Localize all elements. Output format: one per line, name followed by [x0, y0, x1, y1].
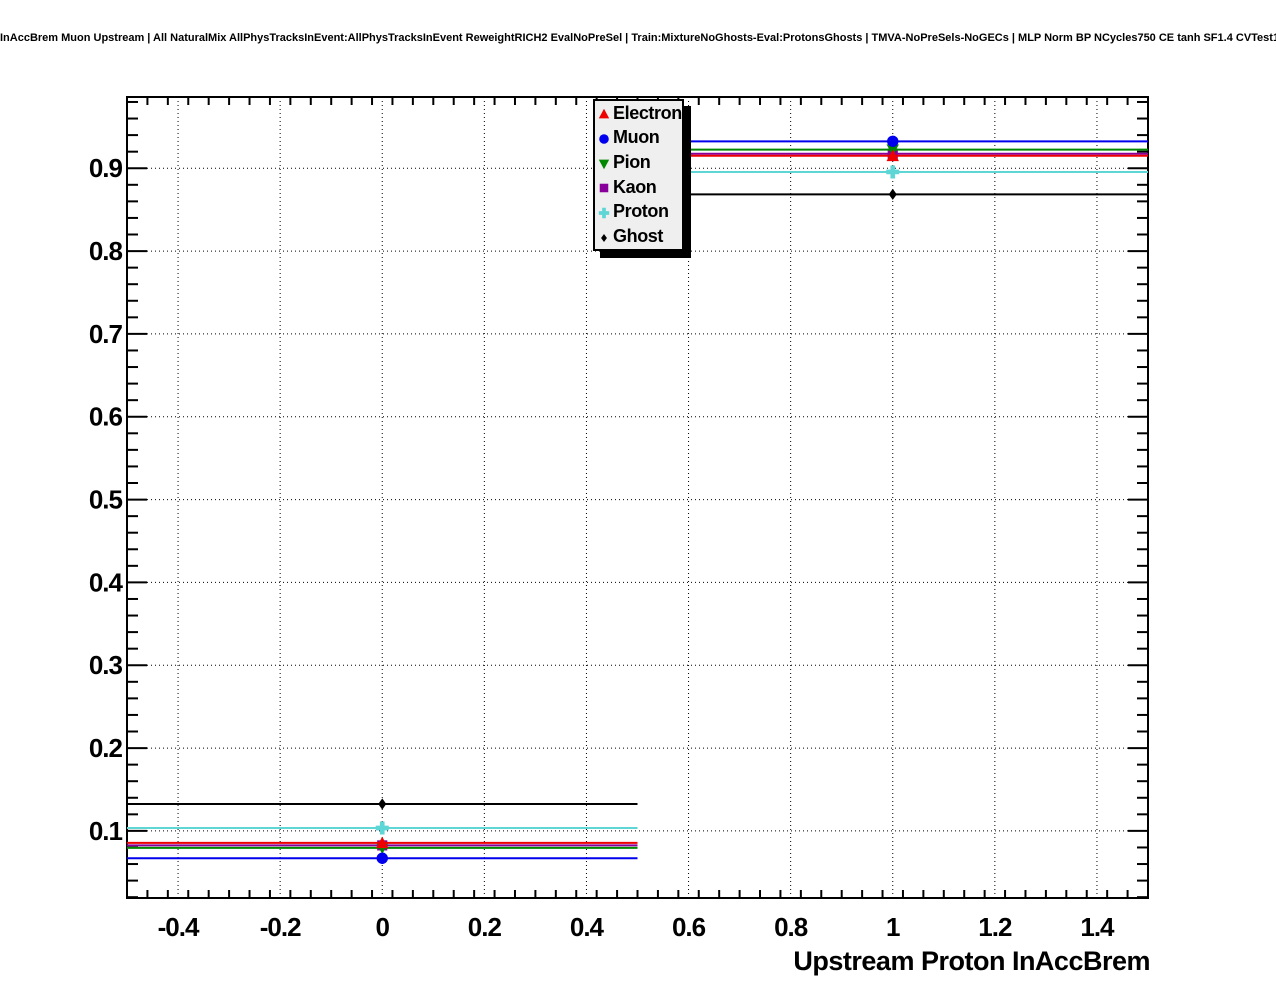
legend-item-electron: Electron	[595, 101, 682, 125]
y-tick-label: 0.1	[89, 816, 123, 846]
marker-ghost	[378, 798, 387, 810]
legend-item-kaon: Kaon	[595, 175, 682, 199]
x-tick-label: 0.4	[570, 912, 605, 942]
marker-muon	[887, 135, 899, 148]
marker-proton	[375, 821, 389, 835]
glyph	[599, 184, 609, 193]
proton-marker-icon	[598, 207, 610, 219]
legend-label: Proton	[613, 201, 669, 222]
legend-item-muon: Muon	[595, 126, 682, 150]
glyph	[598, 207, 610, 219]
glyph	[601, 233, 607, 242]
x-tick-label: -0.2	[260, 912, 301, 942]
x-tick-label: 1.2	[978, 912, 1012, 942]
legend: Electron Muon Pion Kaon Proton Ghost	[593, 99, 684, 251]
y-tick-label: 0.2	[89, 733, 123, 763]
x-axis-title: Upstream Proton InAccBrem	[793, 946, 1150, 976]
muon-marker-icon	[599, 134, 609, 144]
marker-proton	[886, 165, 900, 179]
glyph	[598, 159, 610, 169]
ghost-marker-icon	[601, 233, 607, 242]
x-tick-label: 1.4	[1080, 912, 1115, 942]
kaon-marker-icon	[599, 184, 609, 193]
x-tick-label: 1	[886, 912, 900, 942]
series-electron	[127, 149, 1148, 849]
legend-label: Muon	[613, 127, 660, 148]
marker-muon	[376, 852, 388, 864]
legend-item-proton: Proton	[595, 200, 682, 224]
y-tick-label: 0.8	[89, 236, 123, 266]
glyph	[598, 109, 610, 119]
legend-label: Pion	[613, 152, 651, 173]
x-tick-label: 0.8	[774, 912, 808, 942]
axis-labels: -0.4 -0.2 0 0.2 0.4 0.6 0.8 1 1.2 1.4 0.1 0.2 0.3 0.4…	[89, 153, 1116, 942]
legend-label: Ghost	[613, 226, 663, 247]
y-tick-label: 0.6	[89, 402, 123, 432]
x-tick-label: -0.4	[158, 912, 200, 942]
y-tick-label: 0.7	[89, 319, 123, 349]
legend-item-pion: Pion	[595, 151, 682, 175]
legend-label: Electron	[613, 102, 682, 123]
y-tick-label: 0.5	[89, 485, 123, 515]
electron-marker-icon	[598, 109, 610, 119]
legend-label: Kaon	[613, 176, 657, 197]
y-tick-label: 0.3	[89, 650, 123, 680]
x-tick-label: 0.2	[468, 912, 502, 942]
root-canvas: { "title": "InAccBrem Muon Upstream | Al…	[0, 0, 1276, 996]
y-tick-label: 0.9	[89, 153, 123, 183]
legend-item-ghost: Ghost	[595, 225, 682, 249]
marker-ghost	[888, 188, 897, 200]
x-tick-label: 0.6	[672, 912, 706, 942]
y-tick-label: 0.4	[89, 567, 124, 597]
x-tick-label: 0	[376, 912, 390, 942]
pion-marker-icon	[598, 159, 610, 169]
glyph	[599, 134, 609, 144]
